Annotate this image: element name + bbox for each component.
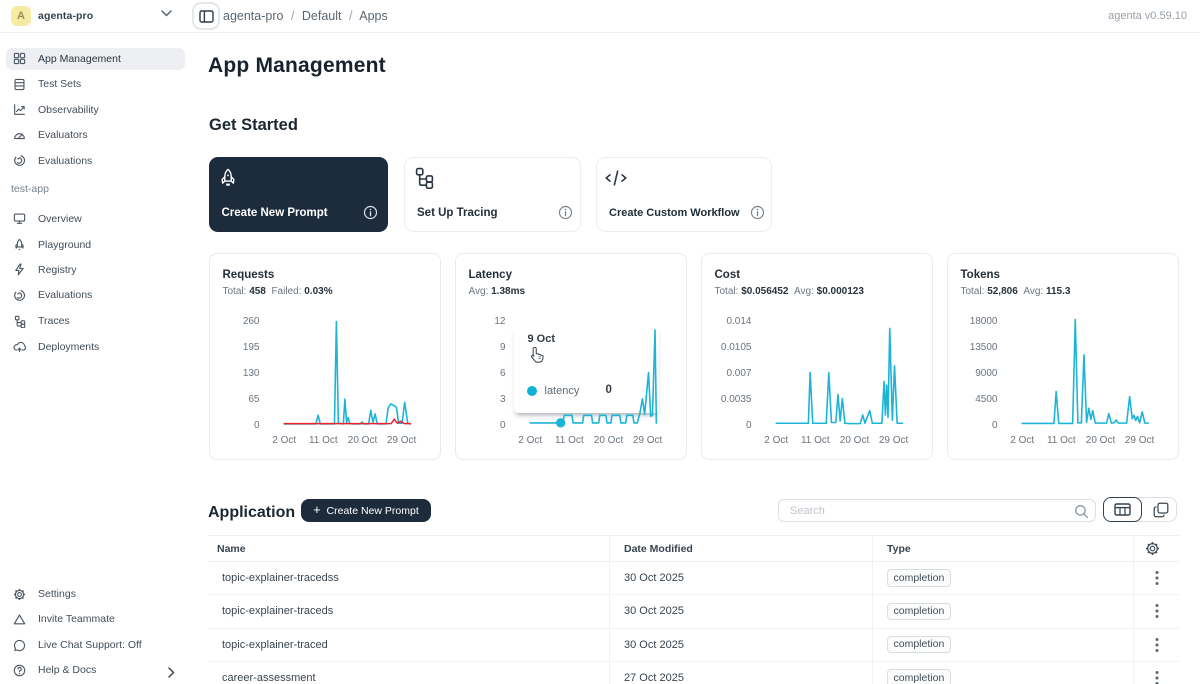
- svg-text:11 Oct: 11 Oct: [800, 435, 829, 446]
- svg-text:2 Oct: 2 Oct: [1010, 435, 1034, 446]
- svg-text:195: 195: [242, 342, 259, 353]
- svg-text:20 Oct: 20 Oct: [839, 435, 869, 446]
- svg-text:11 Oct: 11 Oct: [1046, 435, 1075, 446]
- svg-text:11 Oct: 11 Oct: [308, 435, 337, 446]
- svg-text:130: 130: [242, 368, 259, 379]
- svg-text:0.0105: 0.0105: [720, 342, 751, 353]
- svg-text:29 Oct: 29 Oct: [386, 435, 416, 446]
- svg-text:9000: 9000: [975, 368, 998, 379]
- svg-text:65: 65: [248, 394, 260, 405]
- svg-text:0.007: 0.007: [726, 368, 751, 379]
- svg-text:13500: 13500: [969, 342, 997, 353]
- svg-text:2 Oct: 2 Oct: [764, 435, 788, 446]
- svg-text:2 Oct: 2 Oct: [518, 435, 542, 446]
- svg-text:0: 0: [745, 420, 751, 431]
- svg-text:0.014: 0.014: [726, 316, 751, 327]
- svg-text:20 Oct: 20 Oct: [1085, 435, 1115, 446]
- svg-text:4500: 4500: [975, 394, 998, 405]
- svg-text:20 Oct: 20 Oct: [593, 435, 623, 446]
- svg-text:3: 3: [499, 394, 505, 405]
- svg-text:260: 260: [242, 316, 259, 327]
- svg-text:9: 9: [499, 342, 505, 353]
- svg-text:0: 0: [499, 420, 505, 431]
- svg-text:20 Oct: 20 Oct: [347, 435, 377, 446]
- svg-text:18000: 18000: [969, 316, 997, 327]
- svg-text:29 Oct: 29 Oct: [878, 435, 908, 446]
- svg-text:2 Oct: 2 Oct: [272, 435, 296, 446]
- svg-text:29 Oct: 29 Oct: [1124, 435, 1154, 446]
- svg-text:0: 0: [991, 420, 997, 431]
- svg-text:29 Oct: 29 Oct: [632, 435, 662, 446]
- svg-text:6: 6: [499, 368, 505, 379]
- svg-text:11 Oct: 11 Oct: [554, 435, 583, 446]
- svg-text:0.0035: 0.0035: [720, 394, 751, 405]
- svg-text:12: 12: [494, 316, 506, 327]
- svg-text:0: 0: [253, 420, 259, 431]
